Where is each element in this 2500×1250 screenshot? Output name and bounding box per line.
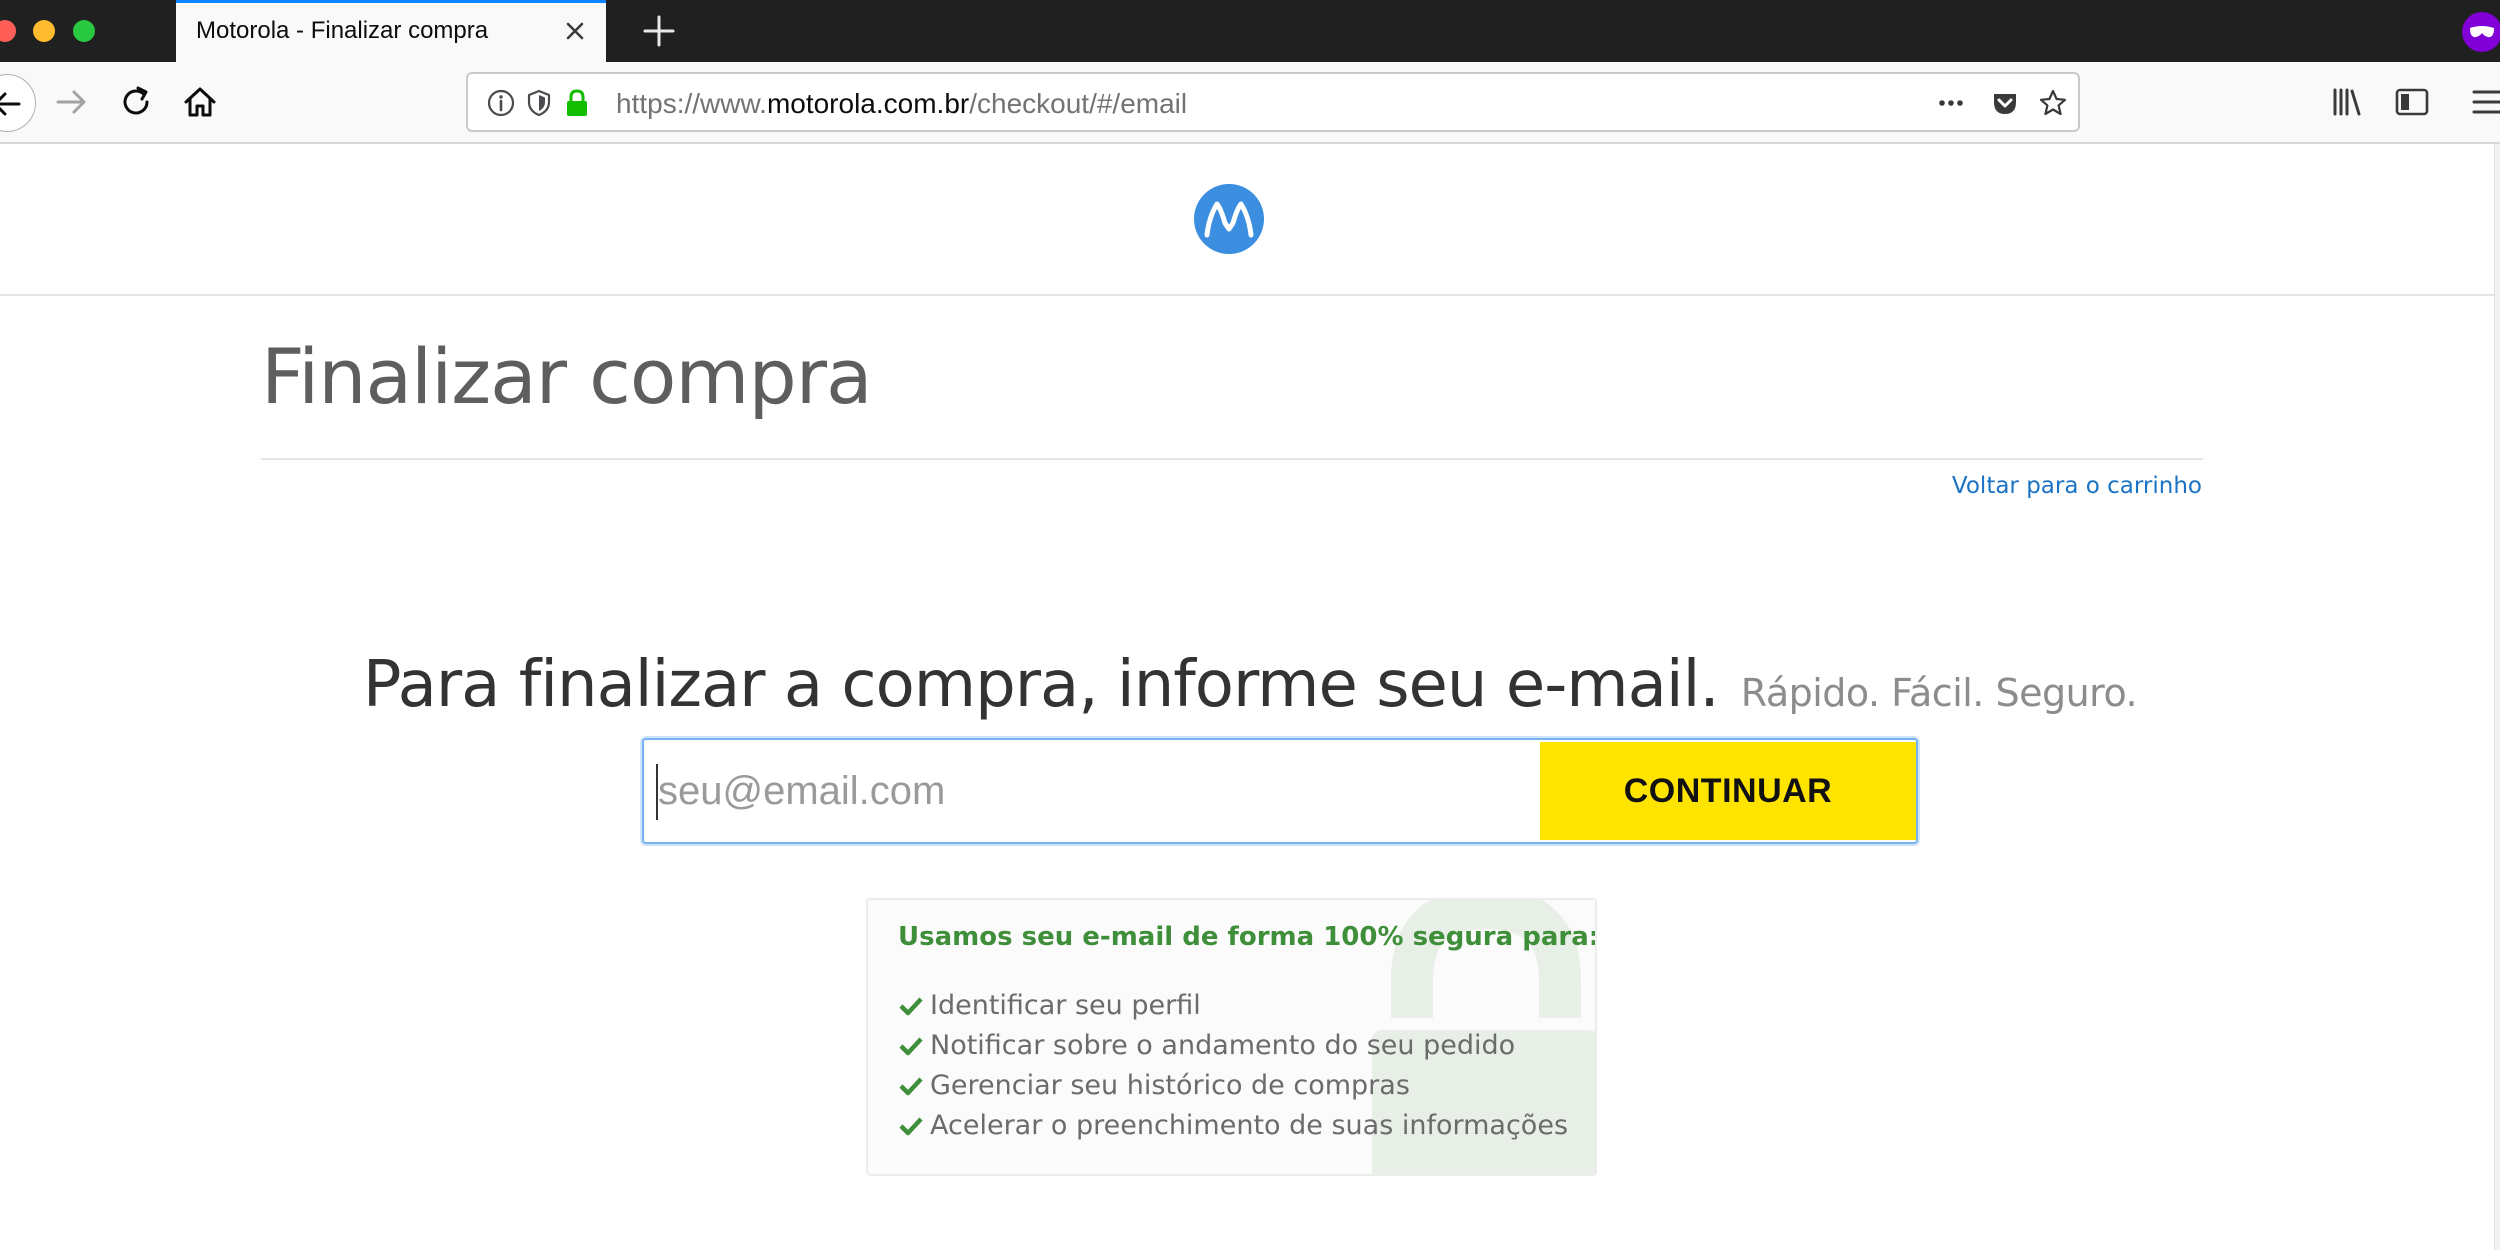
- list-item: Identificar seu perfil: [898, 986, 1568, 1026]
- tab-close-icon[interactable]: [558, 14, 592, 48]
- library-icon[interactable]: [2328, 82, 2368, 122]
- browser-tab-bar: Motorola - Finalizar compra: [0, 0, 2500, 62]
- tracking-protection-icon[interactable]: [524, 88, 554, 118]
- page-title: Finalizar compra: [261, 332, 873, 421]
- list-item: Acelerar o preenchimento de suas informa…: [898, 1106, 1568, 1146]
- tab-active[interactable]: Motorola - Finalizar compra: [176, 0, 606, 62]
- menu-icon[interactable]: [2468, 82, 2500, 122]
- info-title: Usamos seu e-mail de forma 100% segura p…: [898, 922, 1597, 952]
- forward-arrow-icon[interactable]: [50, 80, 94, 124]
- checkmark-icon: [899, 997, 923, 1016]
- window-minimize-button[interactable]: [33, 20, 55, 42]
- url-domain: motorola.com.br: [766, 88, 970, 119]
- headline-tagline: Rápido. Fácil. Seguro.: [1740, 671, 2138, 715]
- url-path: /checkout/#/email: [969, 88, 1188, 119]
- email-input[interactable]: [654, 744, 1538, 838]
- checkout-headline: Para finalizar a compra, informe seu e-m…: [0, 648, 2500, 722]
- text-caret: [656, 764, 658, 820]
- page-info-icon[interactable]: [486, 88, 516, 118]
- list-item-label: Notificar sobre o andamento do seu pedid…: [930, 1030, 1516, 1061]
- list-item: Gerenciar seu histórico de compras: [898, 1066, 1568, 1106]
- list-item: Notificar sobre o andamento do seu pedid…: [898, 1026, 1568, 1066]
- private-browsing-icon: [2462, 12, 2500, 52]
- email-security-info: Usamos seu e-mail de forma 100% segura p…: [866, 898, 1597, 1176]
- title-divider: [261, 458, 2203, 460]
- email-form: CONTINUAR: [642, 738, 1918, 844]
- motorola-logo[interactable]: [1193, 183, 1265, 255]
- bookmark-star-icon[interactable]: [2038, 88, 2068, 118]
- home-icon[interactable]: [178, 80, 222, 124]
- sidebar-icon[interactable]: [2392, 82, 2432, 122]
- browser-nav-bar: https://www.motorola.com.br/checkout/#/e…: [0, 62, 2500, 144]
- info-list: Identificar seu perfil Notificar sobre o…: [898, 986, 1568, 1146]
- tab-title: Motorola - Finalizar compra: [196, 17, 489, 44]
- reload-icon[interactable]: [114, 80, 158, 124]
- url-text: https://www.motorola.com.br/checkout/#/e…: [616, 88, 1187, 120]
- window-close-button[interactable]: [0, 20, 16, 42]
- list-item-label: Acelerar o preenchimento de suas informa…: [930, 1110, 1569, 1141]
- checkmark-icon: [899, 1037, 923, 1056]
- continue-button[interactable]: CONTINUAR: [1540, 742, 1916, 840]
- checkmark-icon: [899, 1117, 923, 1136]
- address-bar[interactable]: https://www.motorola.com.br/checkout/#/e…: [466, 72, 2080, 132]
- new-tab-icon[interactable]: [640, 12, 678, 50]
- headline-text: Para finalizar a compra, informe seu e-m…: [362, 648, 1720, 722]
- back-to-cart-link[interactable]: Voltar para o carrinho: [1952, 473, 2202, 499]
- pocket-icon[interactable]: [1990, 88, 2020, 118]
- url-prefix: https://www.: [616, 88, 767, 119]
- page-actions-icon[interactable]: [1936, 88, 1966, 118]
- window-zoom-button[interactable]: [73, 20, 95, 42]
- list-item-label: Gerenciar seu histórico de compras: [930, 1070, 1410, 1101]
- list-item-label: Identificar seu perfil: [930, 990, 1201, 1021]
- back-button[interactable]: [0, 74, 36, 132]
- back-arrow-icon: [0, 92, 21, 116]
- secure-lock-icon[interactable]: [562, 88, 592, 118]
- checkmark-icon: [899, 1077, 923, 1096]
